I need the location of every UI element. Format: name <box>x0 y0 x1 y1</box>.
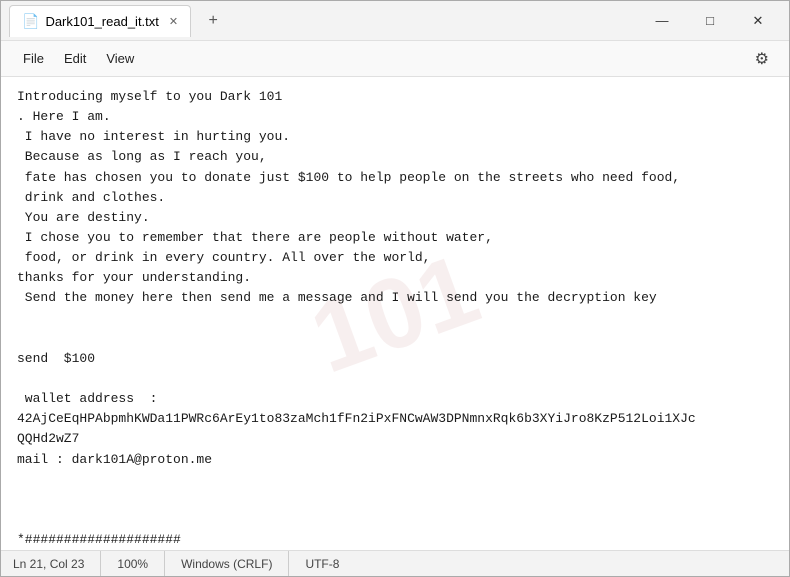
app-window: 📄 Dark101_read_it.txt ✕ + — □ ✕ File Edi… <box>0 0 790 577</box>
menu-file[interactable]: File <box>13 47 54 70</box>
tab-title: Dark101_read_it.txt <box>45 14 158 29</box>
active-tab[interactable]: 📄 Dark101_read_it.txt ✕ <box>9 5 191 37</box>
close-button[interactable]: ✕ <box>735 5 781 37</box>
tab-close-button[interactable]: ✕ <box>169 15 178 28</box>
window-controls: — □ ✕ <box>639 5 781 37</box>
menu-edit[interactable]: Edit <box>54 47 96 70</box>
editor-content[interactable]: 101 Introducing myself to you Dark 101 .… <box>1 77 789 550</box>
file-icon: 📄 <box>22 13 39 30</box>
title-bar-left: 📄 Dark101_read_it.txt ✕ + <box>9 5 639 37</box>
new-tab-button[interactable]: + <box>199 7 227 35</box>
encoding[interactable]: UTF-8 <box>289 551 355 576</box>
settings-icon[interactable]: ⚙ <box>747 45 777 73</box>
zoom-level[interactable]: 100% <box>101 551 165 576</box>
maximize-button[interactable]: □ <box>687 5 733 37</box>
status-bar: Ln 21, Col 23 100% Windows (CRLF) UTF-8 <box>1 550 789 576</box>
line-ending[interactable]: Windows (CRLF) <box>165 551 289 576</box>
menu-bar: File Edit View ⚙ <box>1 41 789 77</box>
document-text: Introducing myself to you Dark 101 . Her… <box>17 87 773 550</box>
minimize-button[interactable]: — <box>639 5 685 37</box>
cursor-position: Ln 21, Col 23 <box>13 551 101 576</box>
menu-view[interactable]: View <box>96 47 144 70</box>
title-bar: 📄 Dark101_read_it.txt ✕ + — □ ✕ <box>1 1 789 41</box>
